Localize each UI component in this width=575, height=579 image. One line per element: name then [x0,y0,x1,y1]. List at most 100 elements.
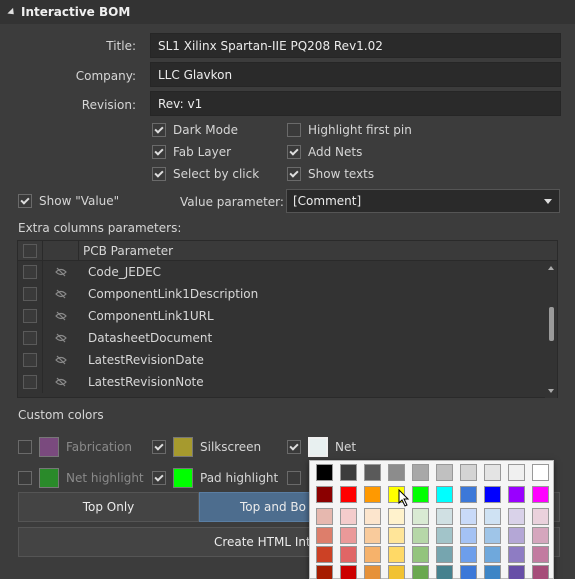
silkscreen-color-row[interactable]: Silkscreen [152,437,261,457]
grid-row[interactable]: ComponentLink1Description [18,283,557,305]
highlight-first-pin-checkbox[interactable]: Highlight first pin [287,123,412,137]
row-checkbox[interactable] [23,287,37,301]
extra-color-checkbox[interactable] [287,471,308,485]
row-checkbox[interactable] [23,331,37,345]
palette-color-cell[interactable] [412,508,429,525]
checkbox-box[interactable] [287,123,301,137]
net-color-row[interactable]: Net [287,437,356,457]
palette-color-cell[interactable] [436,527,453,544]
row-checkbox[interactable] [23,265,37,279]
palette-color-cell[interactable] [508,565,525,579]
palette-color-cell[interactable] [388,508,405,525]
checkbox-box[interactable] [18,194,32,208]
row-checkbox-cell[interactable] [18,353,42,367]
checkbox-box[interactable] [152,145,166,159]
palette-color-cell[interactable] [340,546,357,563]
palette-color-cell[interactable] [508,464,525,481]
pad-highlight-color-row[interactable]: Pad highlight [152,468,278,488]
palette-color-cell[interactable] [316,486,333,503]
palette-color-cell[interactable] [508,546,525,563]
value-parameter-select[interactable]: [Comment] [286,189,560,213]
palette-color-cell[interactable] [388,527,405,544]
dark-mode-checkbox[interactable]: Dark Mode [152,123,238,137]
palette-color-cell[interactable] [508,486,525,503]
show-value-checkbox[interactable]: Show "Value" [18,194,119,208]
palette-color-cell[interactable] [484,486,501,503]
palette-color-cell[interactable] [316,527,333,544]
row-checkbox-cell[interactable] [18,265,42,279]
palette-color-cell[interactable] [412,565,429,579]
grid-row[interactable]: ComponentLink1URL [18,305,557,327]
checkbox-box[interactable] [287,440,301,454]
palette-color-cell[interactable] [364,527,381,544]
palette-color-cell[interactable] [532,486,549,503]
collapse-icon[interactable] [7,7,17,17]
add-nets-checkbox[interactable]: Add Nets [287,145,362,159]
eye-slash-icon[interactable] [42,371,78,393]
palette-color-cell[interactable] [436,565,453,579]
palette-color-cell[interactable] [484,508,501,525]
palette-color-cell[interactable] [484,464,501,481]
panel-header[interactable]: Interactive BOM [0,0,575,24]
palette-color-cell[interactable] [364,508,381,525]
palette-color-cell[interactable] [484,527,501,544]
palette-color-cell[interactable] [316,546,333,563]
company-input[interactable]: LLC Glavkon [150,62,561,87]
show-texts-checkbox[interactable]: Show texts [287,167,374,181]
palette-color-cell[interactable] [364,546,381,563]
checkbox-box[interactable] [287,167,301,181]
grid-row[interactable]: DatasheetDocument [18,327,557,349]
palette-color-cell[interactable] [436,546,453,563]
palette-color-cell[interactable] [460,464,477,481]
eye-slash-icon[interactable] [42,327,78,349]
palette-color-cell[interactable] [484,546,501,563]
palette-color-cell[interactable] [388,546,405,563]
color-palette-popup[interactable] [309,460,554,579]
checkbox-box[interactable] [152,167,166,181]
palette-color-cell[interactable] [436,486,453,503]
palette-color-cell[interactable] [508,508,525,525]
palette-color-cell[interactable] [460,546,477,563]
row-checkbox-cell[interactable] [18,331,42,345]
select-all-cell[interactable] [18,243,42,258]
row-checkbox-cell[interactable] [18,309,42,323]
scroll-thumb[interactable] [549,307,554,341]
eye-slash-icon[interactable] [42,349,78,371]
palette-color-cell[interactable] [340,508,357,525]
scroll-down-icon[interactable] [548,389,554,393]
palette-color-cell[interactable] [532,565,549,579]
checkbox-box[interactable] [287,145,301,159]
eye-slash-icon[interactable] [42,305,78,327]
palette-color-cell[interactable] [532,508,549,525]
palette-color-cell[interactable] [364,565,381,579]
net-highlight-color-row[interactable]: Net highlight [18,468,144,488]
select-by-click-checkbox[interactable]: Select by click [152,167,259,181]
palette-color-cell[interactable] [532,464,549,481]
row-checkbox[interactable] [23,375,37,389]
checkbox-box[interactable] [287,471,301,485]
palette-color-cell[interactable] [460,527,477,544]
select-all-checkbox[interactable] [23,243,37,258]
net-swatch[interactable] [308,437,328,457]
palette-color-cell[interactable] [460,565,477,579]
palette-color-cell[interactable] [412,527,429,544]
palette-color-cell[interactable] [316,464,333,481]
eye-slash-icon[interactable] [42,283,78,305]
checkbox-box[interactable] [152,123,166,137]
palette-color-cell[interactable] [532,527,549,544]
row-checkbox-cell[interactable] [18,375,42,389]
palette-color-cell[interactable] [412,464,429,481]
palette-color-cell[interactable] [340,464,357,481]
palette-color-cell[interactable] [412,546,429,563]
pad-highlight-swatch[interactable] [173,468,193,488]
eye-slash-icon[interactable] [42,261,78,283]
fabrication-swatch[interactable] [39,437,59,457]
palette-color-cell[interactable] [484,565,501,579]
palette-color-cell[interactable] [316,565,333,579]
row-checkbox[interactable] [23,309,37,323]
silkscreen-swatch[interactable] [173,437,193,457]
palette-color-cell[interactable] [388,565,405,579]
palette-color-cell[interactable] [460,508,477,525]
palette-color-cell[interactable] [412,486,429,503]
fabrication-color-row[interactable]: Fabrication [18,437,132,457]
